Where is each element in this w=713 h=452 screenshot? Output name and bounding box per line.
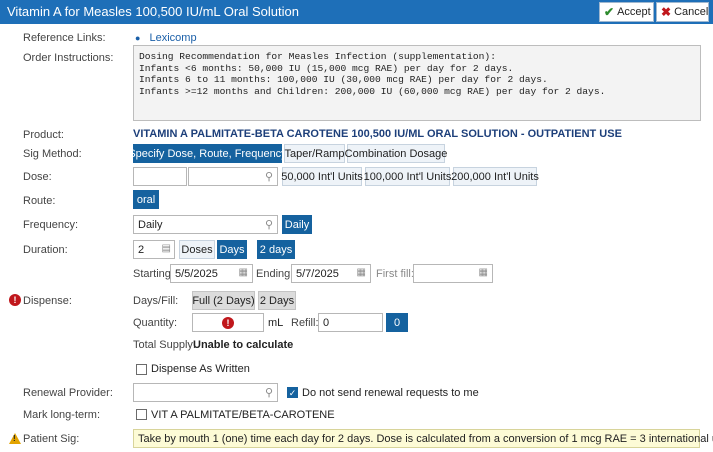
dispense-as-written-label: Dispense As Written [151, 363, 250, 375]
frequency-value: Daily [138, 218, 163, 231]
order-instructions-box: Dosing Recommendation for Measles Infect… [133, 45, 701, 121]
ending-date-value: 5/7/2025 [296, 267, 339, 280]
patient-sig-value: Take by mouth 1 (one) time each day for … [133, 429, 713, 448]
lexicomp-link[interactable]: Lexicomp [150, 32, 197, 44]
total-supply-label: Total Supply: [133, 339, 196, 351]
quantity-input[interactable]: ! [192, 313, 264, 332]
check-icon: ✔ [604, 5, 615, 19]
ending-label: Ending: [256, 268, 294, 280]
long-term-label: Mark long-term: [23, 409, 101, 421]
total-supply-value: Unable to calculate [193, 339, 294, 351]
calendar-icon[interactable]: ▦ [479, 267, 488, 278]
days-fill-label: Days/Fill: [133, 295, 179, 307]
sig-method-combination-button[interactable]: Combination Dosage [345, 144, 447, 163]
dose-quick-50000-button[interactable]: 50,000 Int'l Units [281, 167, 363, 186]
dose-amount-input[interactable] [133, 167, 187, 186]
reference-links: ● Lexicomp [135, 32, 197, 44]
quantity-unit: mL [268, 317, 284, 329]
cancel-label: Cancel [674, 6, 709, 18]
dose-unit-input[interactable]: ⚲ [188, 167, 278, 186]
instruction-line: Infants <6 months: 50,000 IU (15,000 mcg… [139, 62, 514, 74]
duration-input[interactable]: 2 ▤ [133, 240, 175, 259]
search-icon[interactable]: ⚲ [265, 170, 273, 183]
frequency-label: Frequency: [23, 219, 79, 231]
error-icon: ! [222, 316, 234, 329]
days-fill-full-button[interactable]: Full (2 Days) [192, 291, 255, 310]
refill-label: Refill: [291, 317, 319, 329]
window-title: Vitamin A for Measles 100,500 IU/mL Oral… [7, 4, 299, 19]
route-label: Route: [23, 195, 56, 207]
instruction-line: Infants 6 to 11 months: 100,000 IU (30,0… [139, 74, 548, 85]
reference-links-label: Reference Links: [23, 32, 106, 44]
dose-label: Dose: [23, 171, 52, 183]
dispense-error-icon: ! [9, 294, 21, 306]
patient-sig-label: Patient Sig: [23, 433, 80, 445]
refill-quick-0-button[interactable]: 0 [386, 313, 408, 332]
ending-date-input[interactable]: 5/7/2025 ▦ [291, 264, 371, 283]
sig-method-label: Sig Method: [23, 148, 82, 160]
order-instructions-label: Order Instructions: [23, 52, 114, 64]
sig-method-taper-button[interactable]: Taper/Ramp [284, 144, 345, 163]
quantity-label: Quantity: [133, 317, 178, 329]
duration-days-button[interactable]: Days [217, 240, 247, 259]
long-term-option-label: VIT A PALMITATE/BETA-CAROTENE [151, 409, 335, 421]
frequency-input[interactable]: Daily ⚲ [133, 215, 278, 234]
starting-date-input[interactable]: 5/5/2025 ▦ [170, 264, 253, 283]
calendar-icon[interactable]: ▦ [357, 267, 366, 278]
accept-label: Accept [617, 6, 651, 18]
warning-icon [9, 433, 21, 444]
refill-input[interactable]: 0 [318, 313, 383, 332]
accept-button[interactable]: ✔ Accept [599, 2, 654, 22]
dose-quick-100000-button[interactable]: 100,000 Int'l Units [364, 167, 451, 186]
dispense-label: Dispense: [23, 295, 72, 307]
dispense-as-written-checkbox[interactable] [136, 364, 147, 375]
instruction-line: Infants >=12 months and Children: 200,00… [139, 85, 606, 97]
first-fill-label: First fill: [376, 268, 414, 280]
duration-value: 2 [138, 243, 145, 256]
renewal-provider-label: Renewal Provider: [23, 387, 113, 399]
starting-date-value: 5/5/2025 [175, 267, 218, 280]
search-icon[interactable]: ⚲ [265, 386, 273, 399]
duration-doses-button[interactable]: Doses [179, 240, 215, 259]
title-bar: Vitamin A for Measles 100,500 IU/mL Oral… [0, 0, 713, 24]
no-renewal-checkbox[interactable]: ✓ [287, 387, 298, 398]
no-renewal-label: Do not send renewal requests to me [302, 387, 479, 399]
starting-label: Starting: [133, 268, 174, 280]
cancel-button[interactable]: ✖ Cancel [656, 2, 709, 22]
duration-label: Duration: [23, 244, 68, 256]
duration-quick-2days-button[interactable]: 2 days [257, 240, 295, 259]
sig-method-specify-button[interactable]: Specify Dose, Route, Frequency [128, 144, 287, 163]
search-icon[interactable]: ⚲ [265, 218, 273, 231]
bullet-icon: ● [135, 33, 141, 43]
calendar-icon[interactable]: ▦ [239, 267, 248, 278]
long-term-checkbox[interactable] [136, 409, 147, 420]
route-oral-button[interactable]: oral [133, 190, 159, 209]
product-value: VITAMIN A PALMITATE-BETA CAROTENE 100,50… [133, 128, 622, 140]
spinner-icon[interactable]: ▤ [162, 243, 171, 254]
days-fill-2days-button[interactable]: 2 Days [258, 291, 296, 310]
instruction-line: Dosing Recommendation for Measles Infect… [139, 51, 496, 62]
first-fill-input[interactable]: ▦ [413, 264, 493, 283]
product-label: Product: [23, 129, 64, 141]
frequency-quick-daily-button[interactable]: Daily [282, 215, 312, 234]
renewal-provider-input[interactable]: ⚲ [133, 383, 278, 402]
dose-quick-200000-button[interactable]: 200,000 Int'l Units [451, 167, 539, 186]
close-icon: ✖ [661, 5, 672, 19]
